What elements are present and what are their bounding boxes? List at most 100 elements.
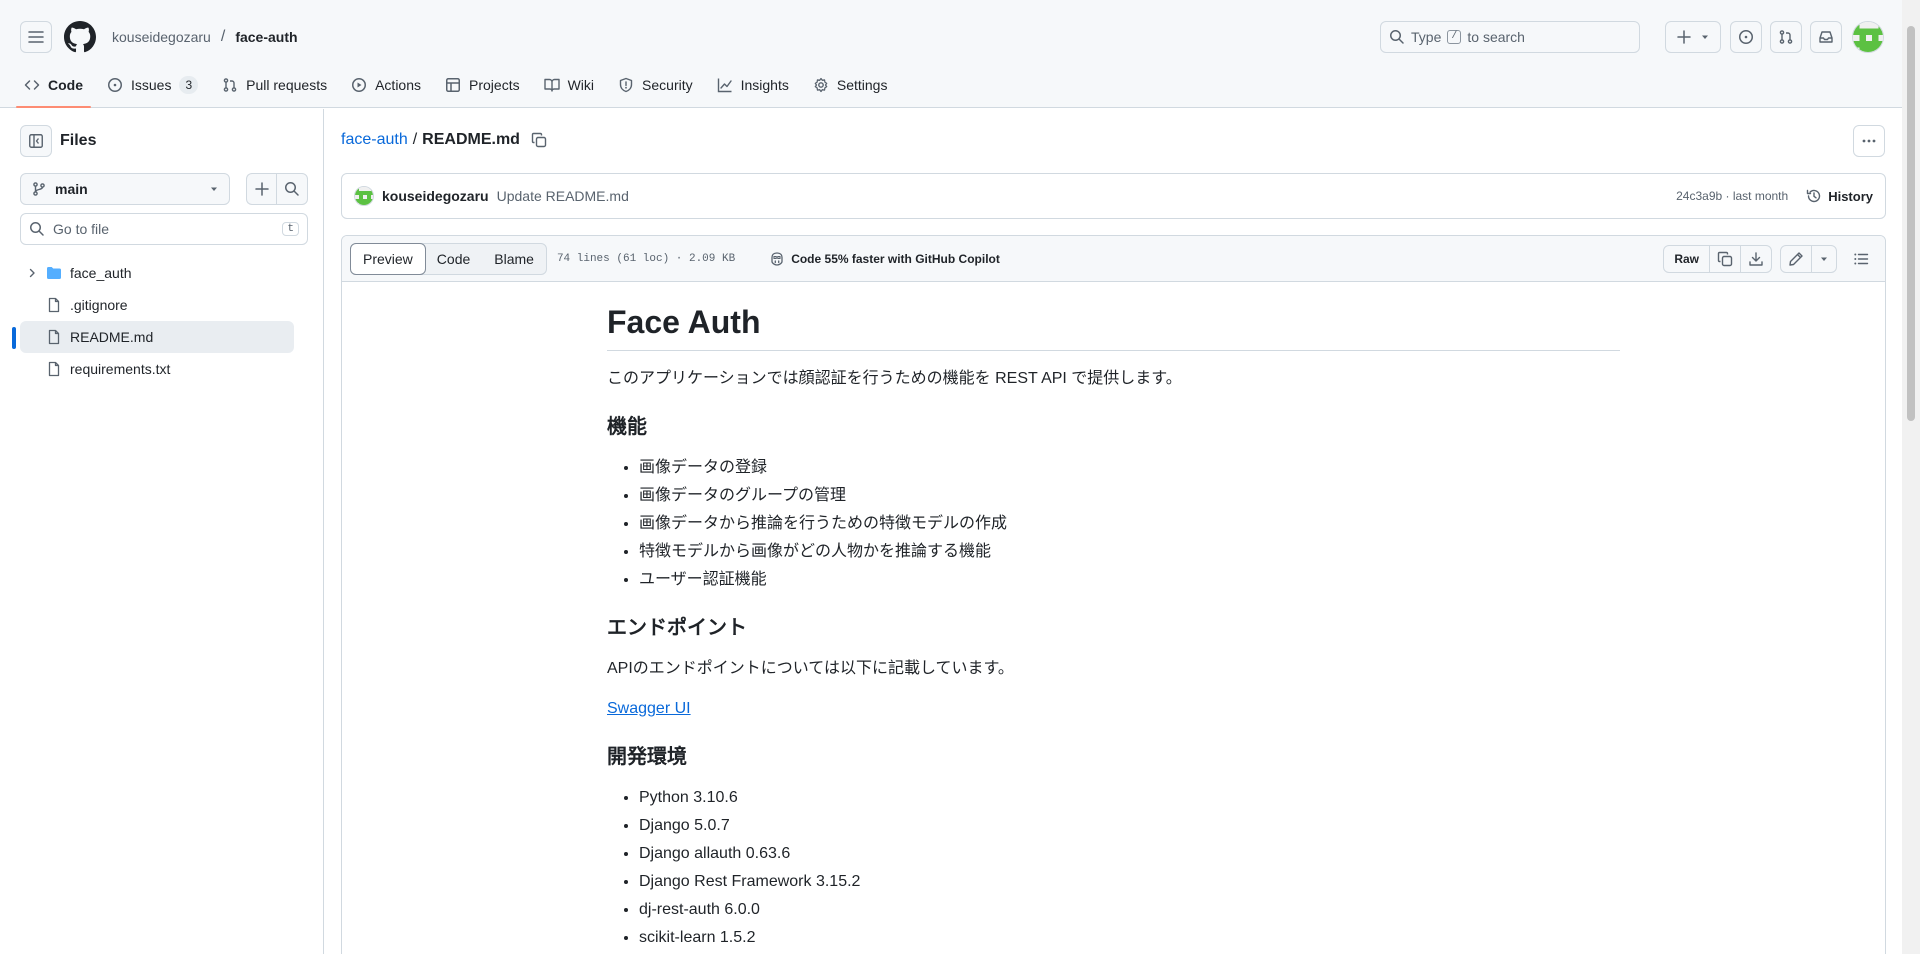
branch-name: main — [55, 181, 88, 197]
tab-wiki[interactable]: Wiki — [536, 68, 602, 102]
tab-code[interactable]: Code — [16, 68, 91, 108]
tab-wiki-label: Wiki — [567, 77, 595, 93]
file-actions: Raw — [1663, 244, 1877, 273]
inbox-icon — [1818, 29, 1834, 45]
tab-code-label: Code — [48, 77, 83, 93]
menu-button[interactable] — [20, 21, 52, 53]
your-pull-requests-button[interactable] — [1770, 21, 1802, 53]
commit-message[interactable]: Update README.md — [497, 188, 629, 204]
github-logo-icon[interactable] — [64, 21, 96, 53]
tree-item-requirements[interactable]: requirements.txt — [20, 353, 294, 385]
sidebar-title: Files — [60, 132, 97, 149]
code-view-tab[interactable]: Code — [425, 244, 482, 274]
download-icon — [1748, 251, 1764, 267]
repo-nav: Code Issues 3 Pull requests Actions Proj… — [16, 68, 903, 108]
user-avatar[interactable] — [1852, 21, 1884, 53]
outline-button[interactable] — [1845, 245, 1877, 273]
scrollbar-thumb[interactable] — [1907, 26, 1915, 421]
file-stats: 74 lines (61 loc) · 2.09 KB — [556, 252, 736, 265]
history-button[interactable]: History — [1806, 188, 1873, 204]
search-placeholder-post: to search — [1467, 29, 1525, 45]
download-raw-button[interactable] — [1741, 246, 1771, 272]
tab-settings-label: Settings — [836, 77, 888, 93]
path-repo-link[interactable]: face-auth — [341, 131, 408, 149]
graph-icon — [717, 77, 733, 93]
your-issues-button[interactable] — [1730, 21, 1762, 53]
issues-count-badge: 3 — [179, 76, 199, 94]
page-scrollbar[interactable] — [1902, 0, 1920, 954]
edit-options-button[interactable] — [1812, 246, 1836, 272]
plus-icon — [254, 181, 270, 197]
tree-item-label: README.md — [70, 329, 154, 345]
list-unordered-icon — [1853, 251, 1869, 267]
file-icon — [46, 361, 62, 377]
search-icon — [284, 181, 300, 197]
issue-icon — [107, 77, 123, 93]
tab-actions[interactable]: Actions — [343, 68, 429, 102]
list-item: Django allauth 0.63.6 — [639, 842, 1620, 866]
more-options-button[interactable] — [1853, 125, 1885, 157]
tree-item-readme[interactable]: README.md — [12, 321, 294, 353]
edit-file-button[interactable] — [1781, 245, 1812, 272]
tree-item-label: .gitignore — [70, 297, 128, 313]
path-separator: / — [412, 131, 418, 148]
path-file-name: README.md — [422, 131, 520, 148]
tab-security-label: Security — [642, 77, 693, 93]
go-to-file-input[interactable]: Go to file t — [20, 213, 308, 245]
table-icon — [445, 77, 461, 93]
file-tree: face_auth .gitignore README.md requireme… — [12, 257, 294, 385]
file-tree-sidebar: Files main Go to file t face_auth .gitig… — [0, 109, 324, 954]
tree-item-gitignore[interactable]: .gitignore — [20, 289, 294, 321]
swagger-ui-link[interactable]: Swagger UI — [607, 700, 691, 717]
search-placeholder-pre: Type — [1411, 29, 1442, 45]
env-list: Python 3.10.6 Django 5.0.7 Django allaut… — [607, 786, 1620, 950]
tab-issues[interactable]: Issues 3 — [99, 68, 206, 102]
raw-button[interactable]: Raw — [1664, 245, 1710, 272]
list-item: dj-rest-auth 6.0.0 — [639, 898, 1620, 922]
commit-author[interactable]: kouseidegozaru — [382, 188, 489, 204]
tree-item-face-auth-folder[interactable]: face_auth — [20, 257, 294, 289]
history-label: History — [1828, 188, 1873, 204]
tab-projects[interactable]: Projects — [437, 68, 528, 102]
tab-insights[interactable]: Insights — [709, 68, 797, 102]
list-item: 画像データのグループの管理 — [639, 484, 1620, 508]
inbox-button[interactable] — [1810, 21, 1842, 53]
search-shortcut-key: / — [1447, 30, 1462, 44]
search-input[interactable]: Type / to search — [1380, 21, 1640, 53]
tab-insights-label: Insights — [740, 77, 789, 93]
tab-pull-requests[interactable]: Pull requests — [214, 68, 335, 102]
tab-settings[interactable]: Settings — [805, 68, 896, 102]
branch-selector[interactable]: main — [20, 173, 230, 205]
chevron-right-icon[interactable] — [26, 267, 38, 279]
gear-icon — [813, 77, 829, 93]
collapse-sidebar-button[interactable] — [20, 125, 52, 157]
blame-tab[interactable]: Blame — [482, 244, 546, 274]
copy-raw-button[interactable] — [1710, 245, 1741, 272]
tab-security[interactable]: Security — [610, 68, 701, 102]
history-icon — [1806, 188, 1822, 204]
code-icon — [24, 77, 40, 93]
view-mode-segmented-control: Preview Code Blame — [350, 242, 547, 275]
features-list: 画像データの登録 画像データのグループの管理 画像データから推論を行うための特徴… — [607, 456, 1620, 592]
env-heading: 開発環境 — [607, 746, 687, 768]
preview-tab[interactable]: Preview — [350, 242, 426, 275]
triangle-down-icon — [1819, 254, 1829, 264]
copilot-promo-link[interactable]: Code 55% faster with GitHub Copilot — [769, 251, 1000, 267]
endpoint-heading: エンドポイント — [607, 617, 747, 639]
commit-author-avatar[interactable] — [354, 186, 374, 206]
copilot-icon — [769, 251, 785, 267]
copy-path-icon[interactable] — [531, 132, 547, 148]
tab-actions-label: Actions — [375, 77, 422, 93]
search-files-button[interactable] — [276, 173, 308, 205]
repo-name-link[interactable]: face-auth — [235, 29, 297, 45]
create-new-button[interactable] — [1665, 21, 1721, 53]
go-to-file-placeholder: Go to file — [53, 221, 110, 237]
triangle-down-icon — [1700, 32, 1710, 42]
tab-issues-label: Issues — [131, 77, 172, 93]
readme-article: Face Auth このアプリケーションでは顔認証を行うための機能を REST … — [607, 302, 1620, 954]
repo-owner-link[interactable]: kouseidegozaru — [112, 29, 211, 45]
add-file-button[interactable] — [246, 173, 276, 205]
issue-opened-icon — [1738, 29, 1754, 45]
list-item: scikit-learn 1.5.2 — [639, 926, 1620, 950]
commit-hash-time[interactable]: 24c3a9b · last month — [1676, 189, 1788, 203]
